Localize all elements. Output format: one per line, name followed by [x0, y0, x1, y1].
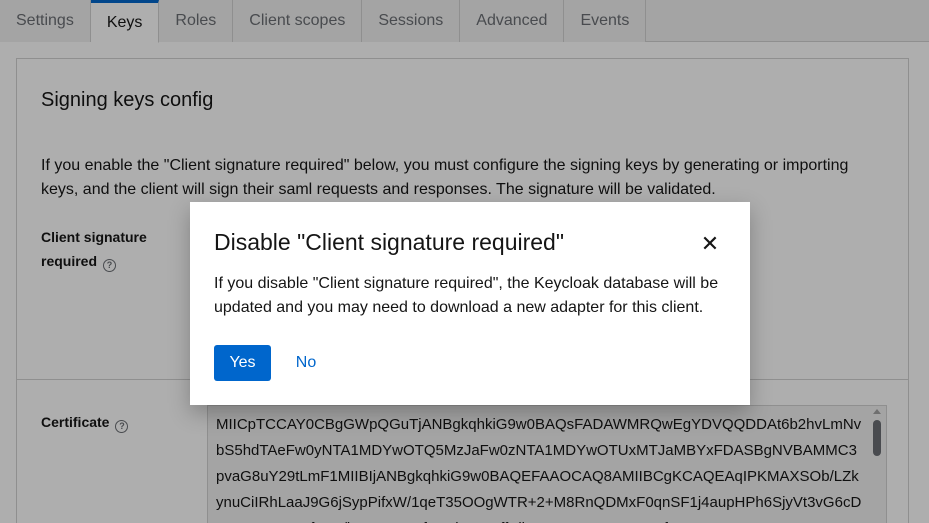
disable-signature-modal: Disable "Client signature required" ✕ If…: [190, 202, 750, 405]
no-button[interactable]: No: [283, 345, 329, 381]
client-details-page: Settings Keys Roles Client scopes Sessio…: [0, 0, 929, 523]
yes-button[interactable]: Yes: [214, 345, 271, 381]
modal-body: If you disable "Client signature require…: [214, 275, 719, 316]
modal-title: Disable "Client signature required": [214, 229, 565, 255]
close-icon[interactable]: ✕: [696, 232, 724, 256]
